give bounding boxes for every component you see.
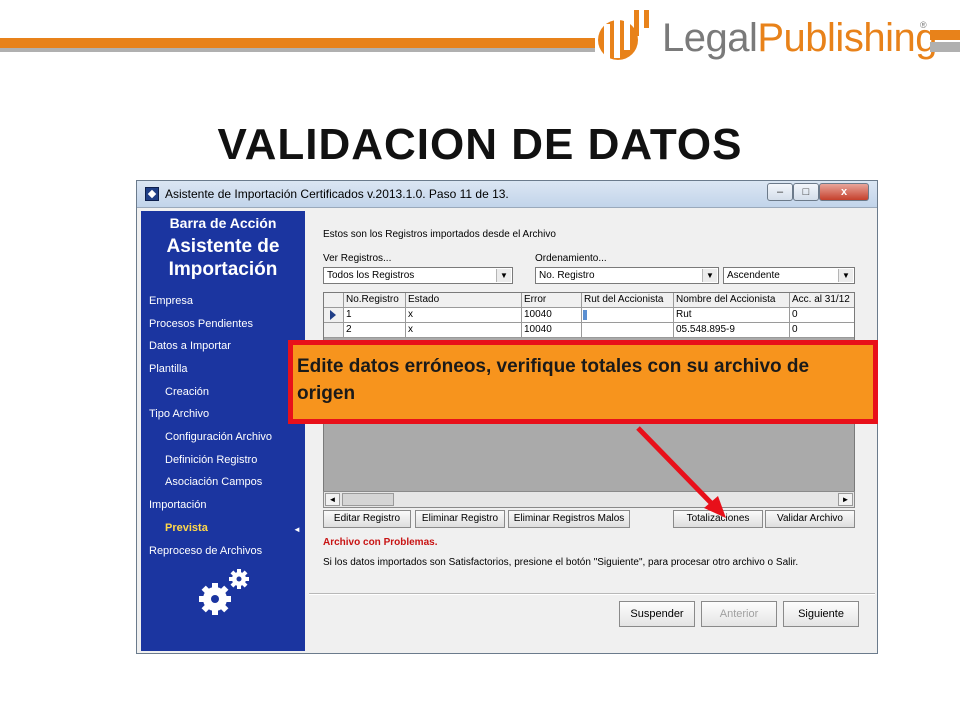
sidebar-item-definicion-registro[interactable]: Definición Registro xyxy=(165,454,257,466)
logo-orange-block xyxy=(930,30,960,40)
previous-button[interactable]: Anterior xyxy=(701,601,777,627)
brand-logo-text: LegalPublishing xyxy=(662,16,937,61)
logo-legal-text: Legal xyxy=(662,16,758,60)
app-icon xyxy=(145,187,159,201)
sidebar-item-plantilla[interactable]: Plantilla xyxy=(149,363,188,375)
action-sidebar: Barra de Acción Asistente de Importación… xyxy=(141,211,305,651)
active-step-arrow-icon: ◄ xyxy=(293,525,301,534)
gears-icon xyxy=(199,569,249,615)
close-button[interactable]: x xyxy=(819,183,869,201)
ordenamiento-label: Ordenamiento... xyxy=(535,253,607,264)
next-button[interactable]: Siguiente xyxy=(783,601,859,627)
column-header[interactable]: No.Registro xyxy=(344,293,406,308)
callout-text: Edite datos erróneos, verifique totales … xyxy=(297,356,810,404)
sidebar-item-configuracion-archivo[interactable]: Configuración Archivo xyxy=(165,431,272,443)
sidebar-item-asociacion-campos[interactable]: Asociación Campos xyxy=(165,476,262,488)
legalpublishing-logo-icon xyxy=(598,10,649,62)
sort-direction-value: Ascendente xyxy=(727,270,780,281)
grid-header-row: No.Registro Estado Error Rut del Accioni… xyxy=(324,293,854,308)
sidebar-item-procesos-pendientes[interactable]: Procesos Pendientes xyxy=(149,318,253,330)
minimize-button[interactable]: – xyxy=(767,183,793,201)
table-cell[interactable]: 2 xyxy=(344,323,406,338)
chevron-down-icon[interactable]: ▼ xyxy=(702,269,717,282)
sidebar-item-prevista[interactable]: Prevista xyxy=(165,522,208,534)
ver-registros-label: Ver Registros... xyxy=(323,253,392,264)
footer-separator xyxy=(309,593,875,595)
chevron-down-icon[interactable]: ▼ xyxy=(496,269,511,282)
slide-title: VALIDACION DE DATOS xyxy=(217,120,743,169)
sort-direction-select[interactable]: Ascendente ▼ xyxy=(723,267,855,284)
ver-registros-value: Todos los Registros xyxy=(327,270,415,281)
logo-registered-mark: ® xyxy=(920,20,927,30)
sidebar-item-importacion[interactable]: Importación xyxy=(149,499,206,511)
column-header[interactable]: Error xyxy=(522,293,582,308)
records-header: Estos son los Registros importados desde… xyxy=(323,229,556,240)
maximize-button[interactable]: □ xyxy=(793,183,819,201)
column-header[interactable]: Nombre del Accionista xyxy=(674,293,790,308)
delete-bad-records-button[interactable]: Eliminar Registros Malos xyxy=(508,510,630,528)
logo-gray-block xyxy=(930,42,960,52)
table-cell[interactable]: 0 xyxy=(790,323,854,338)
delete-record-button[interactable]: Eliminar Registro xyxy=(415,510,505,528)
sidebar-title: Asistente de Importación xyxy=(141,235,305,281)
instruction-callout: Edite datos erróneos, verifique totales … xyxy=(288,340,878,424)
sidebar-title-line1: Asistente de xyxy=(166,236,280,257)
edit-record-button[interactable]: Editar Registro xyxy=(323,510,411,528)
ordenamiento-select[interactable]: No. Registro ▼ xyxy=(535,267,719,284)
sidebar-item-datos-a-importar[interactable]: Datos a Importar xyxy=(149,340,231,352)
table-cell[interactable]: Rut xyxy=(674,308,790,323)
validate-file-button[interactable]: Validar Archivo xyxy=(765,510,855,528)
sidebar-item-empresa[interactable]: Empresa xyxy=(149,295,193,307)
sidebar-item-creacion[interactable]: Creación xyxy=(165,386,209,398)
table-cell[interactable]: 05.548.895-9 xyxy=(674,323,790,338)
row-selector[interactable] xyxy=(324,323,344,338)
ordenamiento-value: No. Registro xyxy=(539,270,595,281)
scroll-left-icon[interactable]: ◄ xyxy=(325,493,340,506)
table-cell[interactable]: 0 xyxy=(790,308,854,323)
rut-input-cell[interactable] xyxy=(582,308,674,323)
logo-publishing-text: Publishing xyxy=(757,16,937,60)
current-row-arrow-icon xyxy=(330,310,336,320)
sidebar-subtitle: Barra de Acción xyxy=(169,215,277,231)
window-title: Asistente de Importación Certificados v.… xyxy=(165,187,509,201)
pointer-arrow-icon xyxy=(636,426,726,518)
grid-horizontal-scrollbar[interactable]: ◄ ► xyxy=(323,491,855,508)
column-header[interactable]: Estado xyxy=(406,293,522,308)
column-header[interactable]: Acc. al 31/12 xyxy=(790,293,854,308)
table-cell[interactable]: 1 xyxy=(344,308,406,323)
ver-registros-select[interactable]: Todos los Registros ▼ xyxy=(323,267,513,284)
table-cell[interactable]: 10040 xyxy=(522,323,582,338)
table-cell[interactable]: x xyxy=(406,308,522,323)
row-selector[interactable] xyxy=(324,308,344,323)
chevron-down-icon[interactable]: ▼ xyxy=(838,269,853,282)
sidebar-item-reproceso-de-archivos[interactable]: Reproceso de Archivos xyxy=(149,545,262,557)
window-titlebar[interactable]: Asistente de Importación Certificados v.… xyxy=(137,181,877,208)
text-cursor-icon xyxy=(583,310,587,320)
status-message: Si los datos importados son Satisfactori… xyxy=(323,557,799,568)
table-row[interactable]: 1 x 10040 Rut 0 xyxy=(324,308,854,323)
scroll-thumb[interactable] xyxy=(342,493,394,506)
sidebar-item-tipo-archivo[interactable]: Tipo Archivo xyxy=(149,408,209,420)
suspend-button[interactable]: Suspender xyxy=(619,601,695,627)
top-gray-bar xyxy=(0,48,595,52)
column-header[interactable]: Rut del Accionista xyxy=(582,293,674,308)
table-cell[interactable] xyxy=(582,323,674,338)
top-orange-bar xyxy=(0,38,595,48)
sidebar-title-line2: Importación xyxy=(168,259,278,280)
grid-corner-cell xyxy=(324,293,344,308)
table-row[interactable]: 2 x 10040 05.548.895-9 0 xyxy=(324,323,854,338)
table-cell[interactable]: x xyxy=(406,323,522,338)
status-error-title: Archivo con Problemas. xyxy=(323,537,438,548)
table-cell[interactable]: 10040 xyxy=(522,308,582,323)
scroll-right-icon[interactable]: ► xyxy=(838,493,853,506)
